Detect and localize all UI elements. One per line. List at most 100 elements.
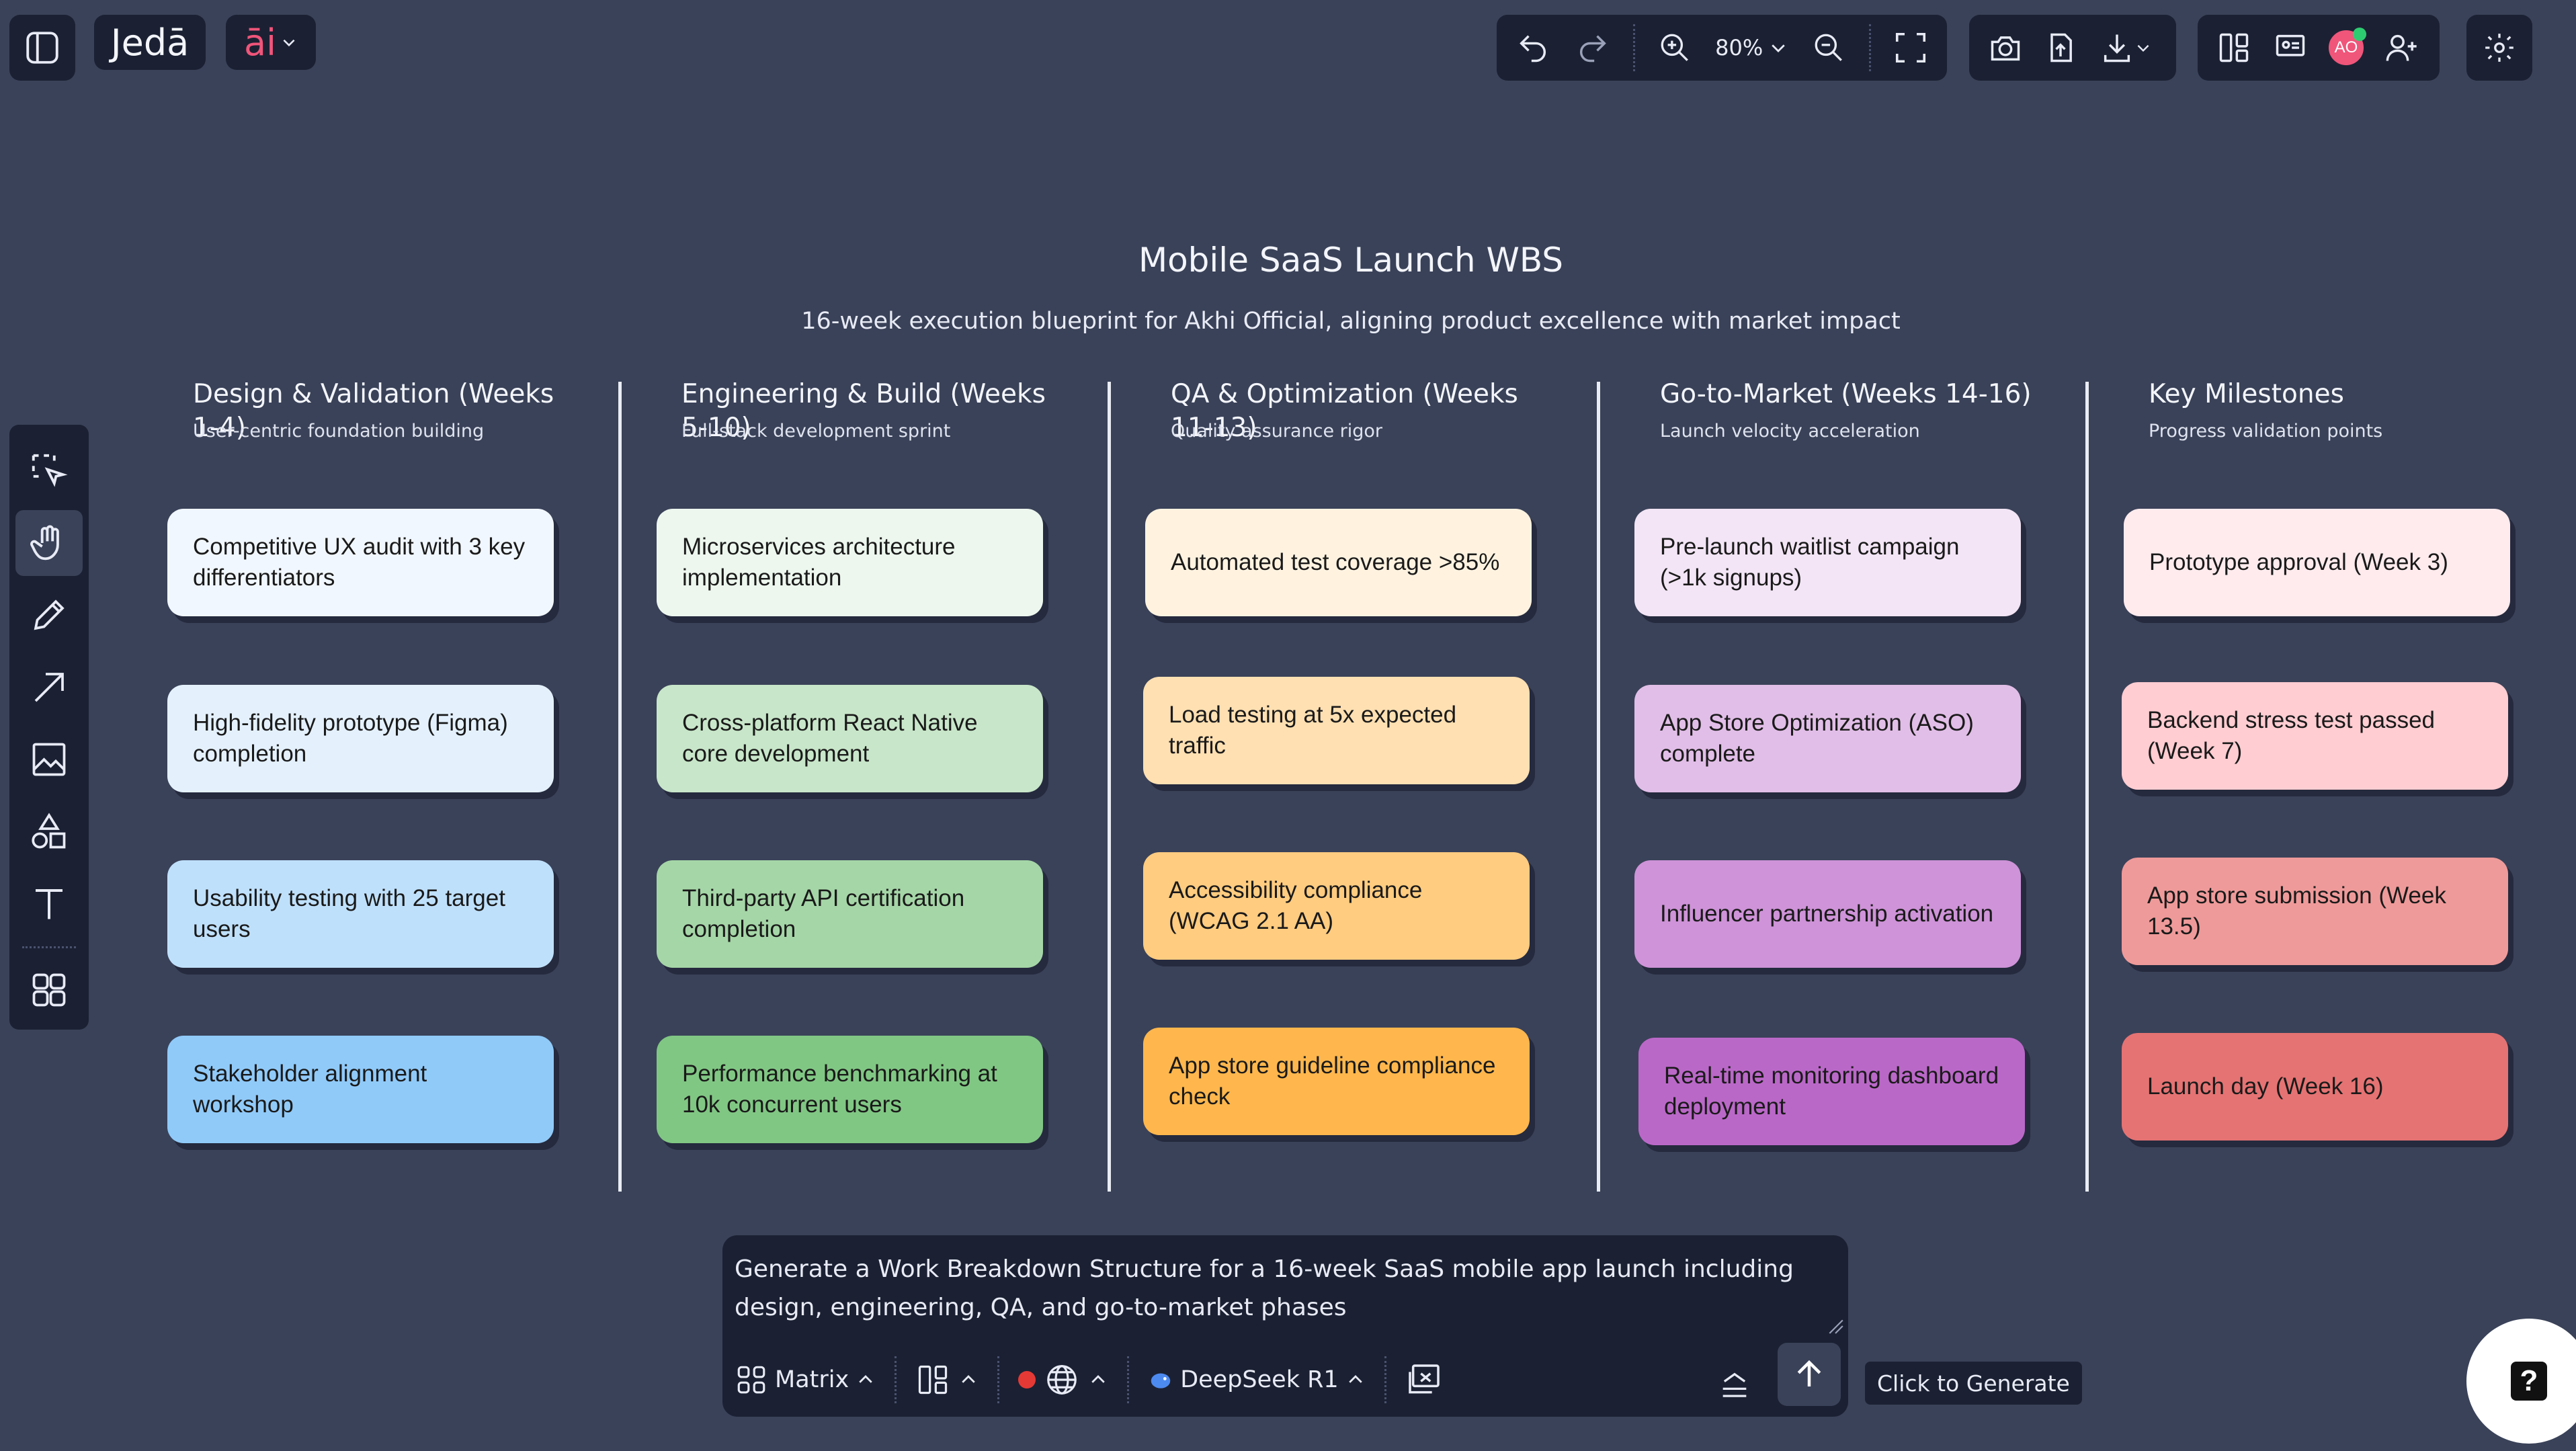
toolbar-separator — [997, 1356, 1000, 1403]
clear-chat-icon[interactable] — [1405, 1361, 1443, 1399]
hand-tool[interactable] — [15, 510, 83, 576]
wbs-card[interactable]: Load testing at 5x expected traffic — [1143, 677, 1530, 784]
download-icon[interactable] — [2095, 28, 2156, 68]
redo-icon[interactable] — [1573, 28, 1612, 68]
wbs-card[interactable]: Pre-launch waitlist campaign (>1k signup… — [1634, 509, 2021, 616]
card-text: High-fidelity prototype (Figma) completi… — [193, 710, 508, 767]
column-heading: Design & Validation (Weeks 1-4) — [193, 379, 554, 443]
undo-icon[interactable] — [1513, 28, 1552, 68]
arrow-tool[interactable] — [15, 655, 83, 720]
pen-tool[interactable] — [15, 583, 83, 648]
chevron-up-icon — [859, 1375, 872, 1383]
ai-label: āi — [243, 21, 277, 64]
zoom-in-icon[interactable] — [1655, 28, 1695, 68]
card-text: App Store Optimization (ASO) complete — [1660, 710, 1974, 767]
wbs-card[interactable]: Automated test coverage >85% — [1145, 509, 1532, 616]
wbs-card[interactable]: Stakeholder alignment workshop — [167, 1036, 554, 1143]
logo-button[interactable]: Jedā — [94, 15, 206, 70]
layout-icon[interactable] — [2214, 28, 2254, 68]
zoom-out-icon[interactable] — [1809, 28, 1848, 68]
toolbar-separator — [1127, 1356, 1130, 1403]
arrow-icon — [34, 672, 64, 702]
wbs-card[interactable]: Cross-platform React Native core develop… — [657, 685, 1043, 792]
presentation-icon[interactable] — [2270, 28, 2311, 68]
card-text: Real-time monitoring dashboard deploymen… — [1664, 1063, 1999, 1120]
wbs-card[interactable]: Usability testing with 25 target users — [167, 860, 554, 968]
text-tool[interactable] — [15, 871, 83, 936]
wbs-card[interactable]: App Store Optimization (ASO) complete — [1634, 685, 2021, 792]
pencil-icon — [34, 599, 65, 630]
wbs-card[interactable]: Prototype approval (Week 3) — [2124, 509, 2510, 616]
web-search-select[interactable] — [1018, 1362, 1108, 1398]
wbs-card[interactable]: Real-time monitoring dashboard deploymen… — [1638, 1038, 2025, 1145]
wbs-card[interactable]: Microservices architecture implementatio… — [657, 509, 1043, 616]
column-heading: Engineering & Build (Weeks 5-10) — [681, 379, 1046, 443]
wbs-card[interactable]: Performance benchmarking at 10k concurre… — [657, 1036, 1043, 1143]
avatar[interactable]: AO — [2327, 28, 2366, 67]
chevron-down-icon — [1772, 44, 1785, 52]
recording-dot — [1018, 1371, 1036, 1388]
card-text: App store submission (Week 13.5) — [2147, 882, 2446, 940]
collapse-icon[interactable] — [1717, 1368, 1752, 1403]
arrow-up-icon — [1797, 1360, 1821, 1386]
image-tool[interactable] — [15, 727, 83, 792]
wbs-card[interactable]: Launch day (Week 16) — [2122, 1033, 2508, 1141]
card-text: Launch day (Week 16) — [2147, 1073, 2384, 1100]
card-text: Competitive UX audit with 3 key differen… — [193, 534, 526, 591]
wbs-card[interactable]: Backend stress test passed (Week 7) — [2122, 682, 2508, 790]
shapes-tool[interactable] — [15, 799, 83, 864]
card-text: Backend stress test passed (Week 7) — [2147, 707, 2435, 764]
diagram-title: Mobile SaaS Launch WBS — [1138, 241, 1564, 280]
chevron-down-icon — [2137, 44, 2149, 52]
tools-sidebar — [9, 425, 89, 1030]
card-text: Influencer partnership activation — [1660, 901, 1994, 927]
select-tool[interactable] — [15, 438, 83, 503]
layout-icon — [919, 1365, 948, 1395]
gear-icon — [2485, 34, 2513, 62]
resize-handle-icon[interactable] — [1827, 1317, 1844, 1335]
wbs-card[interactable]: Third-party API certification completion — [657, 860, 1043, 968]
settings-button[interactable] — [2466, 15, 2532, 81]
ai-menu-button[interactable]: āi — [226, 15, 316, 70]
wbs-card[interactable]: Influencer partnership activation — [1634, 860, 2021, 968]
wbs-card[interactable]: Accessibility compliance (WCAG 2.1 AA) — [1143, 852, 1530, 960]
layout-select[interactable]: Matrix — [735, 1363, 876, 1397]
chevron-up-icon — [962, 1375, 975, 1383]
camera-icon[interactable] — [1985, 28, 2026, 68]
view-collab-toolbar: AO — [2198, 15, 2440, 81]
toolbar-separator — [1632, 24, 1635, 71]
wbs-card[interactable]: Competitive UX audit with 3 key differen… — [167, 509, 554, 616]
prompt-input[interactable]: Generate a Work Breakdown Structure for … — [735, 1250, 1810, 1327]
shapes-icon — [32, 813, 66, 848]
help-button[interactable]: ? — [2466, 1319, 2576, 1444]
generate-button[interactable] — [1778, 1343, 1841, 1406]
wbs-card[interactable]: High-fidelity prototype (Figma) completi… — [167, 685, 554, 792]
add-user-icon[interactable] — [2382, 28, 2422, 68]
avatar-initials: AO — [2334, 38, 2358, 56]
online-indicator — [2353, 28, 2366, 41]
toolbar-separator — [1868, 24, 1871, 71]
image-icon — [32, 743, 66, 776]
model-label: DeepSeek R1 — [1180, 1366, 1339, 1393]
column-divider — [1597, 382, 1600, 1192]
grid-icon — [32, 973, 66, 1007]
fit-screen-icon[interactable] — [1891, 28, 1931, 68]
toolbar-separator — [1384, 1356, 1386, 1403]
wbs-card[interactable]: App store submission (Week 13.5) — [2122, 858, 2508, 965]
hand-icon — [30, 525, 59, 561]
column-subheading: Quality assurance rigor — [1171, 421, 1383, 442]
zoom-select[interactable]: 80% — [1715, 35, 1788, 60]
upload-file-icon[interactable] — [2040, 28, 2081, 68]
template-select[interactable] — [915, 1362, 979, 1397]
card-text: App store guideline compliance check — [1169, 1052, 1496, 1110]
model-select[interactable]: DeepSeek R1 — [1148, 1366, 1366, 1393]
chevron-down-icon — [283, 39, 295, 47]
prompt-panel: Generate a Work Breakdown Structure for … — [722, 1235, 1848, 1417]
templates-tool[interactable] — [15, 958, 83, 1023]
chevron-up-icon — [1348, 1375, 1362, 1383]
sidebar-separator — [22, 946, 76, 948]
card-text: Third-party API certification completion — [682, 885, 965, 942]
wbs-card[interactable]: App store guideline compliance check — [1143, 1028, 1530, 1135]
sidebar-toggle-button[interactable] — [9, 15, 75, 81]
select-icon — [32, 454, 68, 487]
